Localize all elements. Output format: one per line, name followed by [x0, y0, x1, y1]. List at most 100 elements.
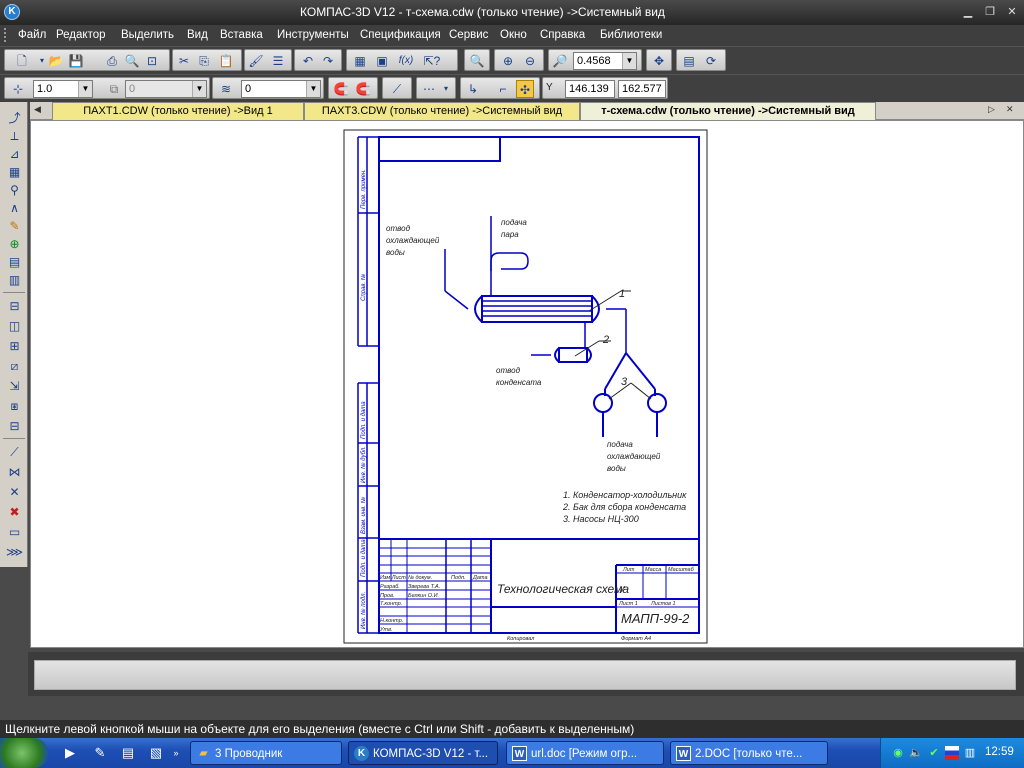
properties-panel-body[interactable]: [34, 660, 1016, 690]
refresh-icon[interactable]: ⟳: [702, 52, 720, 70]
intersection-icon[interactable]: ✕: [6, 484, 23, 501]
menu-specification[interactable]: Спецификация: [360, 29, 441, 41]
menu-libraries[interactable]: Библиотеки: [600, 29, 662, 41]
fragment-icon[interactable]: ◫: [6, 318, 23, 335]
show-desktop-icon[interactable]: ▤: [120, 745, 136, 761]
section-line-icon[interactable]: ⧄: [6, 358, 23, 375]
view-arrow-icon[interactable]: ⇲: [6, 378, 23, 395]
rebuild-icon[interactable]: ▤: [680, 52, 698, 70]
axis-icon[interactable]: ↳: [464, 80, 482, 98]
tab-t-shema-active[interactable]: т-схема.cdw (только чтение) ->Системный …: [580, 102, 876, 120]
magnet-icon[interactable]: 🧲: [332, 80, 350, 98]
menu-window[interactable]: Окно: [500, 29, 527, 41]
parametrization-icon[interactable]: ⚲: [6, 182, 23, 199]
menu-file[interactable]: Файл: [18, 29, 46, 41]
menu-select[interactable]: Выделить: [121, 29, 174, 41]
format-painter-icon[interactable]: 🖌: [247, 52, 265, 70]
library-manager-icon[interactable]: ▣: [373, 52, 391, 70]
copy-icon[interactable]: ⎘: [195, 52, 213, 70]
editing-icon[interactable]: ▦: [6, 164, 23, 181]
save-icon[interactable]: 💾: [67, 52, 85, 70]
chevron-down-icon[interactable]: ▼: [622, 53, 636, 69]
style-combo[interactable]: 0 ▼: [241, 80, 321, 98]
variables-fx-icon[interactable]: f(x): [397, 52, 415, 70]
tabs-scroll-right-icon[interactable]: ▷: [988, 104, 995, 115]
redo-icon[interactable]: ↷: [319, 52, 337, 70]
volume-icon[interactable]: 🔈: [909, 746, 923, 760]
ms-paint-icon[interactable]: ✎: [92, 745, 108, 761]
step-cursor-icon[interactable]: ⌐: [494, 80, 512, 98]
measure-icon[interactable]: ∧: [6, 200, 23, 217]
coord-y-field[interactable]: 162.577: [618, 80, 666, 98]
layer-combo[interactable]: 0 ▼: [125, 80, 207, 98]
local-cs-icon[interactable]: ⊹: [9, 80, 27, 98]
kompas-app-icon[interactable]: K: [4, 4, 20, 20]
round-mode-icon[interactable]: ✣: [516, 80, 534, 98]
pan-icon[interactable]: ✥: [650, 52, 668, 70]
tray-app-icon[interactable]: ◉: [891, 746, 905, 760]
zoom-frame-icon[interactable]: 🔍: [468, 52, 486, 70]
menu-view[interactable]: Вид: [187, 29, 208, 41]
taskbar-2-doc[interactable]: W 2.DOC [только чте...: [670, 741, 828, 765]
layer-visibility-icon[interactable]: ▭: [6, 524, 23, 541]
network-icon[interactable]: ▥: [963, 746, 977, 760]
taskbar-explorer[interactable]: ▰ 3 Проводник: [190, 741, 342, 765]
associative-views-icon[interactable]: ⊕: [6, 236, 23, 253]
zoom-scale-combo[interactable]: 0.4568 ▼: [573, 52, 637, 70]
line-width-combo[interactable]: 1.0 ▼: [33, 80, 93, 98]
delete-icon[interactable]: ✖: [6, 504, 23, 521]
layers-icon[interactable]: ≋: [217, 80, 235, 98]
chevron-down-icon[interactable]: ▼: [306, 81, 320, 97]
cut-icon[interactable]: ✂: [175, 52, 193, 70]
designations-icon[interactable]: ⊿: [6, 146, 23, 163]
tabs-scroll-left-icon[interactable]: ◀: [34, 104, 41, 115]
tab-paht1[interactable]: ПАХТ1.CDW (только чтение) ->Вид 1: [52, 102, 304, 120]
break-view-icon[interactable]: ⧆: [6, 398, 23, 415]
restore-icon[interactable]: ❐: [982, 5, 998, 19]
taskbar-url-doc[interactable]: W url.doc [Режим огр...: [506, 741, 664, 765]
print-icon[interactable]: ⎙: [103, 52, 121, 70]
magnet-local-icon[interactable]: 🧲: [354, 80, 372, 98]
chevron-down-icon[interactable]: ▼: [78, 81, 92, 97]
view-state-icon[interactable]: ⧉: [105, 80, 123, 98]
projection-view-icon[interactable]: ⊟: [6, 418, 23, 435]
local-detail-icon[interactable]: ⊞: [6, 338, 23, 355]
media-player-icon[interactable]: ▶: [62, 745, 78, 761]
select-icon[interactable]: ✎: [6, 218, 23, 235]
safely-remove-icon[interactable]: ✔: [927, 746, 941, 760]
grid-dropdown-icon[interactable]: ▾: [437, 80, 455, 98]
auxiliary-line-icon[interactable]: ⟋: [6, 444, 23, 461]
tab-paht3[interactable]: ПАХТ3.CDW (только чтение) ->Системный ви…: [304, 102, 580, 120]
hatch-icon[interactable]: ⋈: [6, 464, 23, 481]
menu-service[interactable]: Сервис: [449, 29, 488, 41]
grid-icon[interactable]: ⋯: [420, 80, 438, 98]
print-preview-icon[interactable]: 🔍: [123, 52, 141, 70]
spec-icon[interactable]: ▤: [6, 254, 23, 271]
tabs-close-icon[interactable]: ✕: [1006, 104, 1014, 115]
zoom-out-icon[interactable]: ⊖: [521, 52, 539, 70]
insert-view-icon[interactable]: ⊟: [6, 298, 23, 315]
drawing-canvas[interactable]: Перв. примен. Справ. № Подп. и дата Инв.…: [30, 120, 1024, 648]
undo-icon[interactable]: ↶: [299, 52, 317, 70]
quicklaunch-expand-icon[interactable]: »: [168, 745, 184, 761]
zoom-to-fit-icon[interactable]: ⊡: [143, 52, 161, 70]
taskbar-kompas[interactable]: K КОМПАС-3D V12 - т...: [348, 741, 498, 765]
chevron-down-icon[interactable]: ▼: [192, 81, 206, 97]
new-document-icon[interactable]: 🗋: [13, 52, 31, 70]
close-icon[interactable]: ✕: [1004, 5, 1020, 19]
ortho-icon[interactable]: ⟋: [388, 80, 406, 98]
minimize-icon[interactable]: ▁: [960, 5, 976, 19]
dimensions-icon[interactable]: ⟂: [6, 128, 23, 145]
coord-x-field[interactable]: 146.139: [565, 80, 615, 98]
symmetry-icon[interactable]: ⋙: [6, 544, 23, 561]
menu-insert[interactable]: Вставка: [220, 29, 263, 41]
properties-list-icon[interactable]: ☰: [269, 52, 287, 70]
tree-manager-icon[interactable]: ▦: [351, 52, 369, 70]
menu-tools[interactable]: Инструменты: [277, 29, 349, 41]
open-folder-icon[interactable]: 📂: [47, 52, 65, 70]
help-pointer-icon[interactable]: ⇱?: [423, 52, 441, 70]
menu-editor[interactable]: Редактор: [56, 29, 106, 41]
start-button[interactable]: [0, 738, 48, 768]
reports-icon[interactable]: ▥: [6, 272, 23, 289]
language-ru-icon[interactable]: [945, 746, 959, 760]
